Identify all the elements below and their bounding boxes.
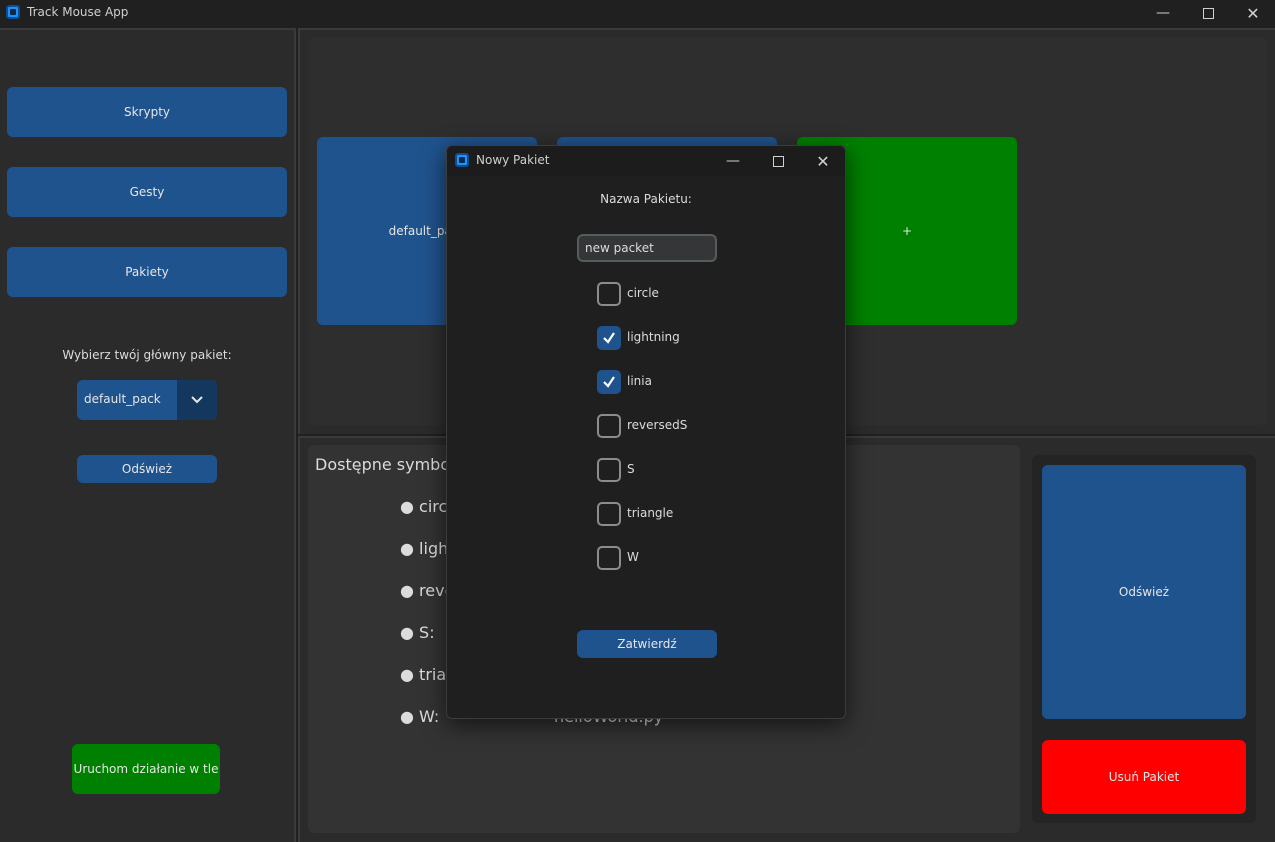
- dialog-close-icon[interactable]: ✕: [800, 148, 846, 174]
- sidebar-refresh-button[interactable]: Odśwież: [77, 455, 217, 483]
- dialog-app-icon: [455, 153, 469, 167]
- checkbox-label: W: [627, 550, 639, 564]
- submit-button[interactable]: Zatwierdź: [577, 630, 717, 658]
- close-icon[interactable]: ✕: [1230, 0, 1275, 26]
- minimize-icon[interactable]: —: [1140, 0, 1186, 26]
- check-icon: [603, 376, 615, 388]
- scripts-button[interactable]: Skrypty: [7, 87, 287, 137]
- title-bar: Track Mouse App — ✕: [0, 0, 1275, 26]
- symbol-item: ● S:: [400, 623, 435, 642]
- pack-name-input[interactable]: [577, 234, 717, 262]
- symbol-item: ● W:: [400, 707, 440, 726]
- maximize-icon[interactable]: [1185, 0, 1231, 26]
- symbols-heading: Dostępne symbole: [315, 455, 465, 474]
- pack-name-label: Nazwa Pakietu:: [600, 192, 692, 206]
- packs-button[interactable]: Pakiety: [7, 247, 287, 297]
- dialog-maximize-icon[interactable]: [755, 148, 801, 174]
- checkbox-label: triangle: [627, 506, 674, 520]
- checkbox-triangle[interactable]: [597, 502, 621, 526]
- checkbox-label: lightning: [627, 330, 680, 344]
- checkbox-S[interactable]: [597, 458, 621, 482]
- checkbox-label: reversedS: [627, 418, 688, 432]
- main-pack-select-value: default_pack: [84, 392, 161, 406]
- checkbox-circle[interactable]: [597, 282, 621, 306]
- check-icon: [603, 332, 615, 344]
- panel-refresh-button[interactable]: Odśwież: [1042, 465, 1246, 719]
- checkbox-label: S: [627, 462, 635, 476]
- new-pack-dialog: Nowy Pakiet — ✕ Nazwa Pakietu: circle li…: [446, 145, 846, 719]
- app-icon: [6, 5, 20, 19]
- delete-pack-button[interactable]: Usuń Pakiet: [1042, 740, 1246, 814]
- sidebar: [0, 28, 296, 842]
- run-background-button[interactable]: Uruchom działanie w tle: [72, 744, 220, 794]
- chevron-down-icon: [191, 396, 203, 404]
- checkbox-reversedS[interactable]: [597, 414, 621, 438]
- checkbox-linia[interactable]: [597, 370, 621, 394]
- main-pack-label: Wybierz twój główny pakiet:: [62, 348, 232, 362]
- gestures-button[interactable]: Gesty: [7, 167, 287, 217]
- window-title: Track Mouse App: [27, 5, 129, 19]
- checkbox-W[interactable]: [597, 546, 621, 570]
- dialog-minimize-icon[interactable]: —: [710, 148, 756, 174]
- select-arrow-button[interactable]: [177, 380, 217, 420]
- main-pack-select[interactable]: default_pack: [77, 380, 217, 420]
- dialog-title: Nowy Pakiet: [476, 153, 550, 167]
- checkbox-label: circle: [627, 286, 659, 300]
- checkbox-lightning[interactable]: [597, 326, 621, 350]
- dialog-titlebar: Nowy Pakiet — ✕: [447, 146, 845, 176]
- checkbox-label: linia: [627, 374, 652, 388]
